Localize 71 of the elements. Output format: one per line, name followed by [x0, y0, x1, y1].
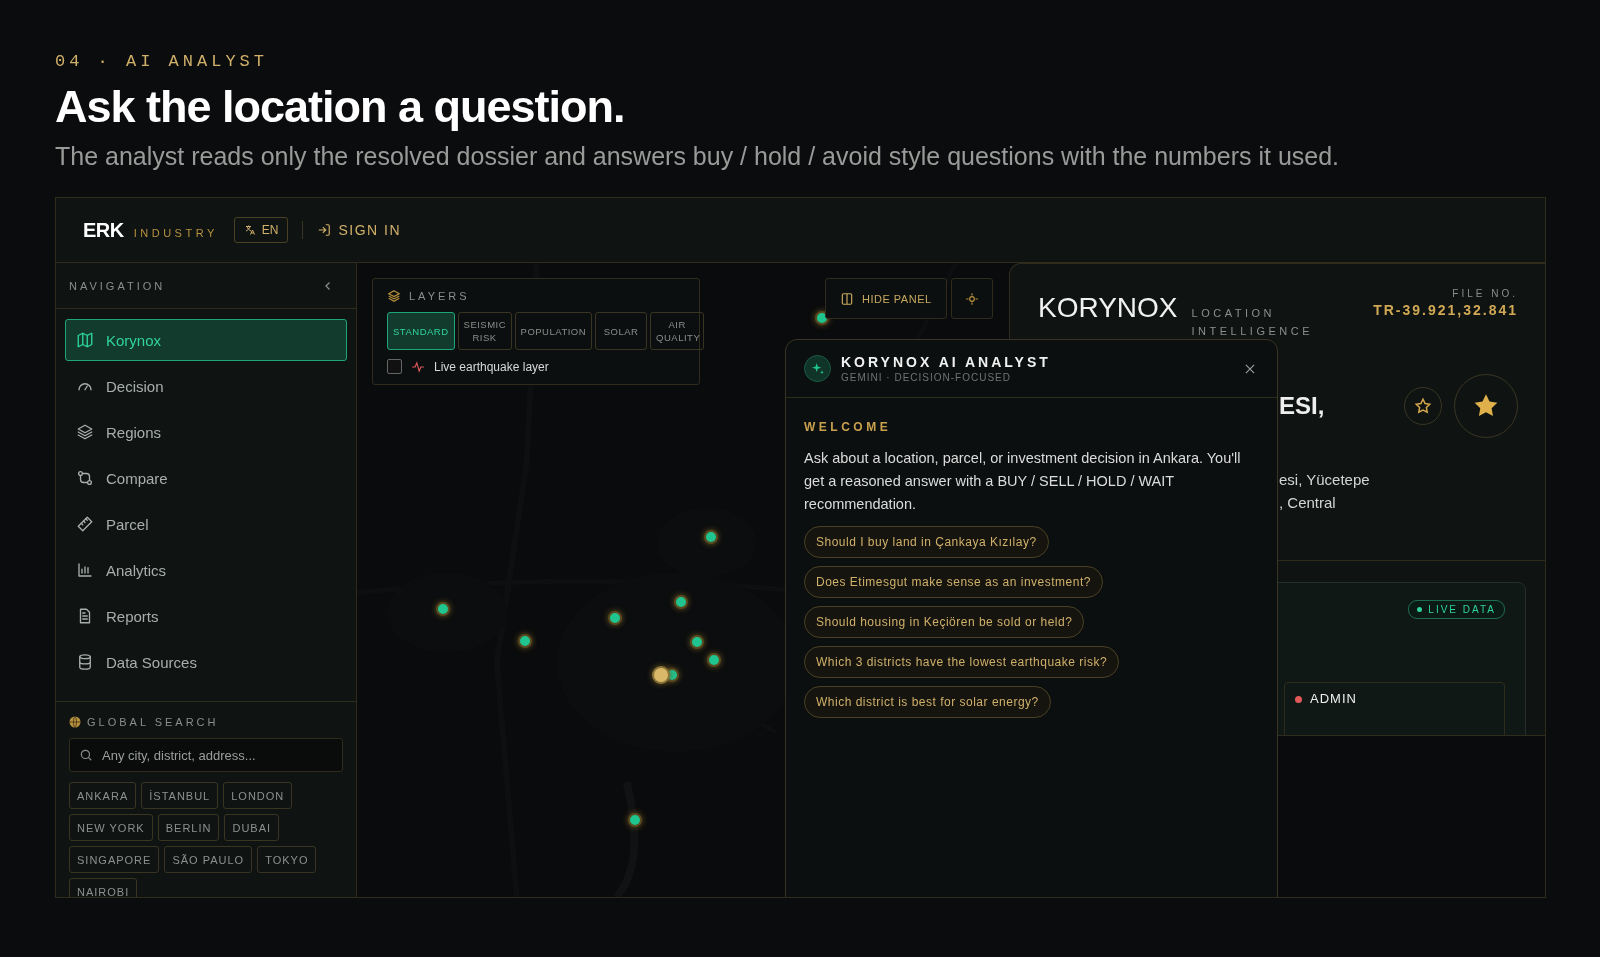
- global-search-heading: GLOBAL SEARCH: [87, 716, 219, 728]
- analyst-title: KORYNOX AI ANALYST: [841, 354, 1052, 370]
- file-number: TR-39.921,32.841: [1373, 302, 1518, 318]
- file-label: FILE NO.: [1452, 288, 1518, 299]
- layer-tab[interactable]: SOLAR: [595, 312, 648, 350]
- nav-item[interactable]: Data Sources: [65, 641, 347, 683]
- layer-tab[interactable]: POPULATION: [514, 312, 593, 350]
- city-chip[interactable]: ANKARA: [69, 782, 137, 809]
- address-text: , Central: [1279, 493, 1337, 513]
- crosshair-icon: [965, 291, 979, 306]
- login-icon: [317, 223, 332, 237]
- globe-icon: [69, 716, 81, 728]
- welcome-label: WELCOME: [804, 420, 892, 434]
- layers-icon: [76, 423, 94, 441]
- checkbox[interactable]: [387, 359, 402, 374]
- layer-label: ADMIN: [1310, 691, 1357, 706]
- city-chip[interactable]: BERLIN: [157, 814, 220, 841]
- panel-icon: [840, 291, 854, 306]
- city-chip[interactable]: SINGAPORE: [69, 846, 160, 873]
- dossier-title: KORYNOX: [1038, 292, 1178, 324]
- sign-in-button[interactable]: SIGN IN: [317, 222, 402, 238]
- compare-icon: [76, 469, 94, 487]
- sparkle-icon: [804, 355, 831, 382]
- layer-tab[interactable]: SEISMIC RISK: [457, 312, 512, 350]
- city-chip[interactable]: NAIROBI: [69, 878, 138, 897]
- city-chip[interactable]: DUBAI: [224, 814, 280, 841]
- suggestion-chip[interactable]: Does Etimesgut make sense as an investment?: [804, 566, 1103, 598]
- suggestion-chip[interactable]: Should I buy land in Çankaya Kızılay?: [804, 526, 1049, 558]
- city-chip[interactable]: TOKYO: [257, 846, 317, 873]
- translate-icon: [243, 224, 256, 236]
- search-field[interactable]: Any city, district, address...: [69, 738, 343, 772]
- suggestion-chip[interactable]: Which 3 districts have the lowest earthquake risk?: [804, 646, 1120, 678]
- welcome-message: Ask about a location, parcel, or investment decision in Ankara. You'll get a reasoned answer with a BUY / SELL / HOLD / WAIT recommendation.: [804, 449, 1242, 514]
- dossier-subtitle: LOCATION INTELLIGENCE: [1191, 306, 1314, 339]
- nav-item[interactable]: Decision: [65, 365, 347, 407]
- map-icon: [76, 331, 94, 349]
- checkbox-label: Live earthquake layer: [434, 359, 549, 374]
- suggestion-chip[interactable]: Should housing in Keçiören be sold or held?: [804, 606, 1085, 638]
- search-icon: [79, 748, 93, 762]
- navigation-heading: NAVIGATION: [69, 279, 166, 292]
- language-button[interactable]: EN: [233, 217, 289, 243]
- nav-item[interactable]: Compare: [65, 457, 347, 499]
- suggestion-chip[interactable]: Which district is best for solar energy?: [804, 686, 1051, 718]
- city-chip[interactable]: LONDON: [223, 782, 293, 809]
- layers-heading: LAYERS: [409, 290, 470, 302]
- pulse-icon: [410, 359, 426, 374]
- layers-icon: [387, 289, 401, 303]
- brand-name: ERK: [83, 218, 124, 242]
- database-icon: [76, 653, 94, 671]
- layer-tab[interactable]: AIR QUALITY: [650, 312, 705, 350]
- analyst-subtitle: GEMINI · DECISION-FOCUSED: [841, 372, 1012, 383]
- live-data-badge: LIVE DATA: [1408, 600, 1505, 619]
- nav-item[interactable]: Analytics: [65, 549, 347, 591]
- place-name: ESI,: [1279, 392, 1325, 420]
- bar-chart-icon: [76, 561, 94, 579]
- nav-item[interactable]: Korynox: [65, 319, 347, 361]
- brand-suffix: INDUSTRY: [133, 226, 218, 239]
- nav-item[interactable]: Regions: [65, 411, 347, 453]
- city-chip[interactable]: SÃO PAULO: [164, 846, 253, 873]
- layer-tab[interactable]: STANDARD: [387, 312, 455, 350]
- city-chip[interactable]: NEW YORK: [69, 814, 153, 841]
- star-icon: [1414, 397, 1432, 415]
- city-chip[interactable]: İSTANBUL: [141, 782, 219, 809]
- nav-item[interactable]: Parcel: [65, 503, 347, 545]
- address-text: esi, Yücetepe: [1279, 470, 1371, 490]
- section-eyebrow: 04 · AI ANALYST: [55, 52, 270, 71]
- section-subtitle: The analyst reads only the resolved dossier and answers buy / hold / avoid style questions with the numbers it used.: [55, 141, 1341, 171]
- nav-item[interactable]: Reports: [65, 595, 347, 637]
- ruler-icon: [76, 515, 94, 533]
- section-title: Ask the location a question.: [55, 83, 626, 131]
- hide-panel-button[interactable]: HIDE PANEL: [825, 278, 947, 319]
